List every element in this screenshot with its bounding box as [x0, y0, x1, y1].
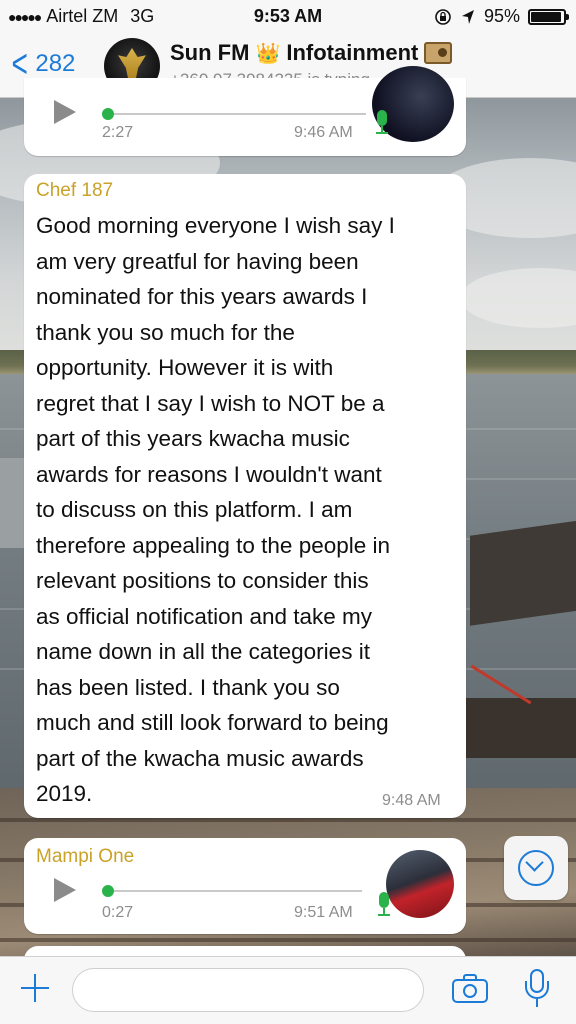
- message-line: am very greatful for having been: [36, 248, 359, 274]
- message-line: relevant positions to consider this: [36, 568, 369, 593]
- message-sender: Mampi One: [36, 846, 135, 867]
- message-line: opportunity. However it is with: [36, 355, 334, 380]
- message-sender: Chef 187: [36, 180, 114, 201]
- voice-message-bubble: 2:27 9:46 AM: [24, 66, 466, 156]
- chat-title-suffix: Infotainment: [286, 40, 419, 65]
- battery-level-fill: [531, 11, 562, 22]
- wallpaper-plank: [0, 818, 576, 822]
- microphone-icon: [376, 892, 392, 918]
- play-icon[interactable]: [54, 100, 76, 124]
- message-line: part of the kwacha music awards: [36, 745, 364, 771]
- message-line: to discuss on this platform. I am: [36, 497, 353, 522]
- wallpaper-boat: [470, 520, 576, 626]
- battery-icon: [528, 8, 569, 25]
- message-input[interactable]: [72, 968, 424, 1012]
- camera-button[interactable]: [452, 974, 488, 1004]
- message-timestamp: 9:46 AM: [294, 124, 353, 141]
- voice-duration: 2:27: [102, 124, 134, 141]
- wallpaper-plank: [0, 938, 576, 942]
- message-line: awards for reasons I wouldn't want: [36, 461, 382, 487]
- voice-message-bubble: Mampi One 0:27 9:51 AM: [24, 838, 466, 934]
- message-line: name down in all the categories it: [36, 639, 370, 664]
- battery-percent: 95%: [483, 6, 520, 26]
- back-unread-count: 282: [35, 50, 76, 77]
- voice-progress-track[interactable]: [106, 890, 362, 892]
- voice-progress-dot[interactable]: [102, 108, 114, 120]
- voice-progress-track[interactable]: [106, 113, 366, 115]
- message-timestamp: 9:48 AM: [382, 792, 441, 809]
- message-timestamp: 9:51 AM: [294, 904, 353, 921]
- chat-title-name: Sun FM: [170, 40, 250, 65]
- attach-plus-button[interactable]: [18, 971, 52, 1005]
- message-line: regret that I say I wish to NOT be a: [36, 390, 385, 416]
- crown-icon: 👑: [255, 42, 281, 65]
- voice-record-button[interactable]: [524, 969, 550, 1011]
- message-input-bar: [0, 956, 576, 1024]
- voice-duration: 0:27: [102, 904, 134, 921]
- sender-avatar: [386, 850, 454, 918]
- message-body: Good morning everyone I wish say I am ver…: [36, 208, 462, 812]
- message-line: part of this years kwacha music: [36, 426, 350, 451]
- chat-title[interactable]: Sun FM 👑 Infotainment: [170, 40, 453, 66]
- play-icon[interactable]: [54, 878, 76, 902]
- wallpaper-post: [0, 458, 26, 548]
- status-right: 95%: [434, 6, 569, 27]
- message-line: as official notification and take my: [36, 603, 373, 629]
- message-line: much and still look forward to being: [36, 710, 389, 735]
- wallpaper-boat: [450, 698, 576, 758]
- microphone-icon: [374, 110, 390, 136]
- message-line: therefore appealing to the people in: [36, 532, 391, 558]
- message-line: nominated for this years awards I: [36, 284, 368, 309]
- status-bar: ●●●●● Airtel ZM 3G 9:53 AM 95%: [0, 0, 576, 34]
- message-line: thank you so much for the: [36, 319, 295, 345]
- rotation-lock-icon: [435, 8, 451, 25]
- location-arrow-icon: [461, 9, 474, 24]
- message-line: has been listed. I thank you so: [36, 674, 340, 700]
- radio-icon: [424, 42, 453, 64]
- message-line: Good morning everyone I wish say I: [36, 213, 395, 238]
- text-message-bubble: Chef 187 Good morning everyone I wish sa…: [24, 174, 466, 818]
- scroll-to-bottom-button[interactable]: [504, 836, 568, 900]
- voice-progress-dot[interactable]: [102, 885, 114, 897]
